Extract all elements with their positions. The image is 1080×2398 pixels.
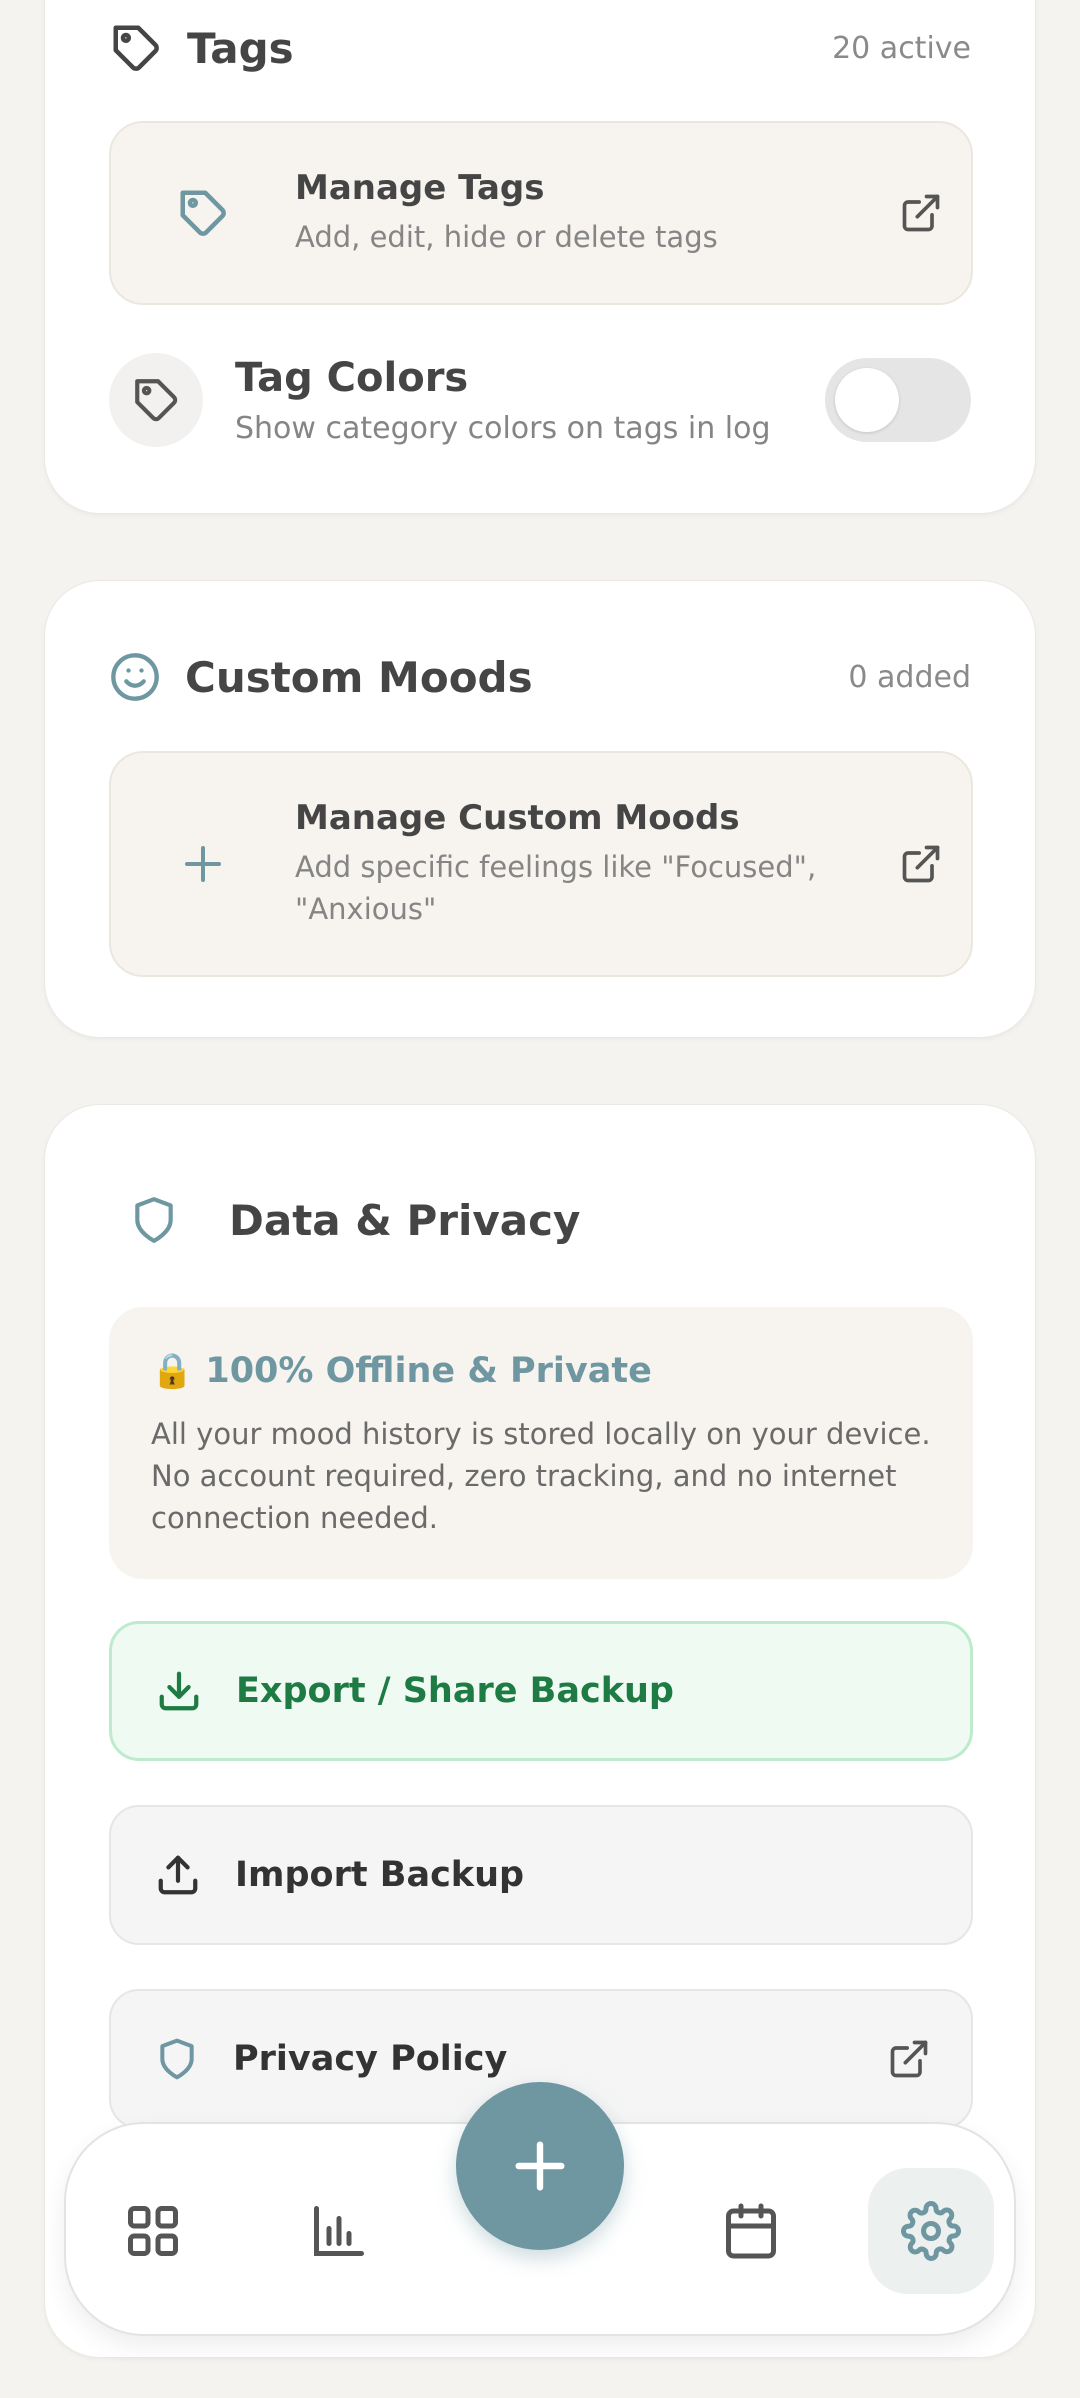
lock-icon: 🔒 [151, 1351, 194, 1391]
note-line-2: No account required, zero tracking, and … [151, 1459, 897, 1493]
settings-icon [901, 2201, 961, 2261]
upload-icon [155, 1852, 201, 1898]
import-backup-button[interactable]: Import Backup [109, 1805, 973, 1945]
tag-colors-toggle[interactable] [825, 358, 971, 442]
manage-moods-subtitle-1: Add specific feelings like "Focused", [295, 850, 817, 884]
privacy-title: Data & Privacy [229, 1195, 581, 1245]
calendar-icon [721, 2201, 781, 2261]
manage-moods-subtitle-2: "Anxious" [295, 892, 437, 926]
nav-settings[interactable] [868, 2168, 994, 2294]
note-line-1: All your mood history is stored locally … [151, 1417, 931, 1451]
privacy-policy-label: Privacy Policy [233, 2039, 508, 2079]
tag-colors-row: Tag Colors Show category colors on tags … [109, 353, 971, 447]
export-backup-label: Export / Share Backup [236, 1671, 674, 1711]
manage-tags-subtitle: Add, edit, hide or delete tags [295, 220, 718, 254]
moods-header: Custom Moods 0 added [109, 651, 971, 703]
add-icon [508, 2134, 572, 2198]
manage-tags-title: Manage Tags [295, 168, 545, 208]
tags-title: Tags [187, 23, 294, 73]
toggle-knob [835, 368, 899, 432]
tag-icon [109, 21, 163, 75]
import-backup-label: Import Backup [235, 1855, 525, 1895]
note-line-3: connection needed. [151, 1501, 438, 1535]
moods-title: Custom Moods [185, 652, 533, 702]
smile-icon [109, 651, 161, 703]
tag-colors-title: Tag Colors [235, 354, 469, 401]
manage-tags-button[interactable]: Manage Tags Add, edit, hide or delete ta… [109, 121, 973, 305]
stats-icon [309, 2201, 369, 2261]
privacy-header: Data & Privacy [129, 1193, 971, 1247]
settings-page: Tags 20 active Manage Tags Add, edit, hi… [0, 0, 1080, 2398]
external-link-icon [899, 191, 943, 235]
dashboard-icon [123, 2201, 183, 2261]
tag-colors-icon-wrap [109, 353, 203, 447]
tags-count: 20 active [832, 30, 971, 66]
nav-calendar[interactable] [688, 2168, 814, 2294]
export-backup-button[interactable]: Export / Share Backup [109, 1621, 973, 1761]
moods-count: 0 added [848, 659, 971, 695]
note-heading: 100% Offline & Private [205, 1351, 652, 1391]
tags-header: Tags 20 active [109, 21, 971, 75]
add-entry-fab[interactable] [456, 2082, 624, 2250]
manage-moods-title: Manage Custom Moods [295, 798, 740, 838]
tag-colors-subtitle: Show category colors on tags in log [235, 410, 771, 446]
note-title: 🔒 100% Offline & Private [151, 1351, 931, 1391]
tag-colors-text: Tag Colors Show category colors on tags … [235, 355, 825, 446]
nav-stats[interactable] [276, 2168, 402, 2294]
download-icon [156, 1668, 202, 1714]
shield-icon [129, 1193, 179, 1247]
plus-icon [179, 840, 227, 888]
manage-moods-text: Manage Custom Moods Add specific feeling… [295, 798, 871, 930]
tag-icon [131, 375, 181, 425]
external-link-icon [887, 2037, 931, 2081]
nav-dashboard[interactable] [90, 2168, 216, 2294]
shield-icon [155, 2036, 199, 2082]
manage-tags-text: Manage Tags Add, edit, hide or delete ta… [295, 168, 871, 258]
external-link-icon [899, 842, 943, 886]
manage-custom-moods-button[interactable]: Manage Custom Moods Add specific feeling… [109, 751, 973, 977]
tags-card: Tags 20 active Manage Tags Add, edit, hi… [44, 0, 1036, 514]
tag-icon [176, 186, 230, 240]
offline-private-note: 🔒 100% Offline & Private All your mood h… [109, 1307, 973, 1579]
custom-moods-card: Custom Moods 0 added Manage Custom Moods… [44, 580, 1036, 1038]
